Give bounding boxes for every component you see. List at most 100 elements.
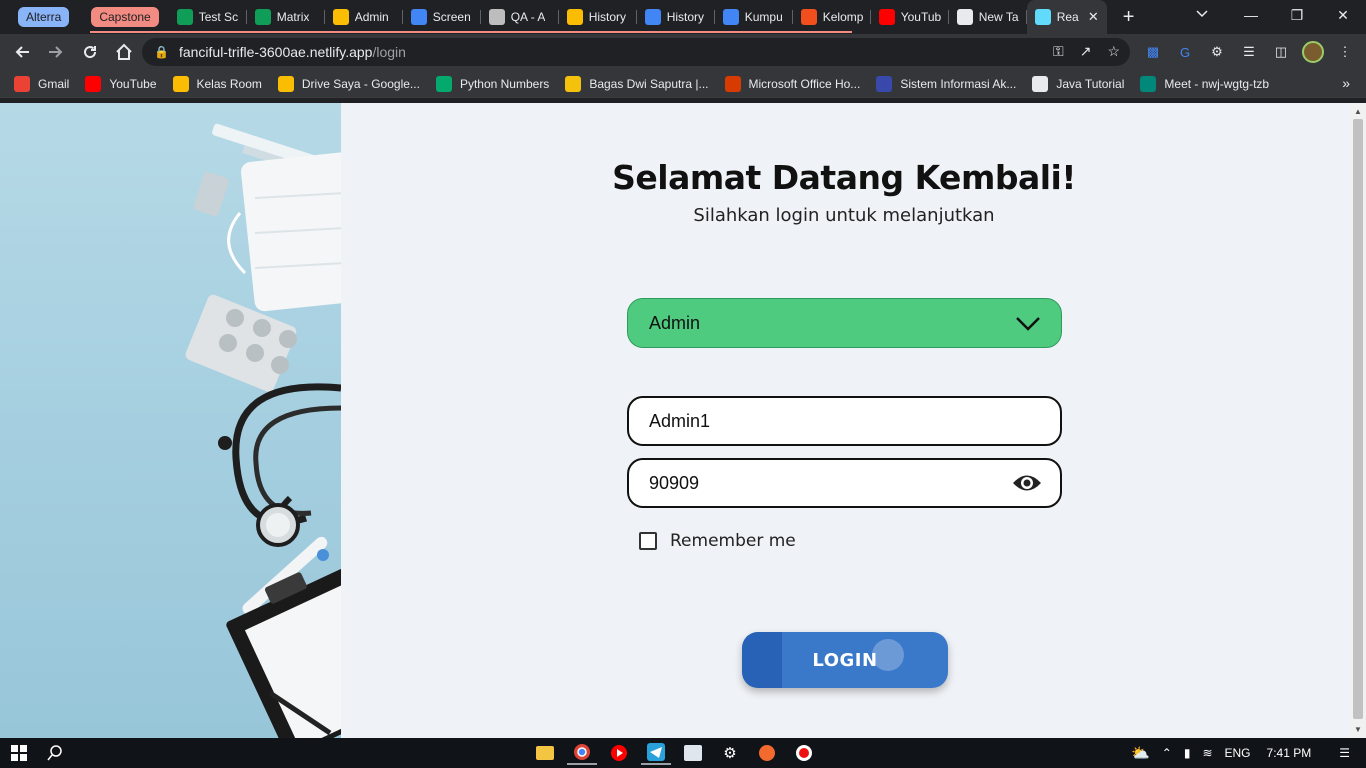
bookmark-item[interactable]: Drive Saya - Google... [277, 75, 420, 92]
forward-icon[interactable] [40, 36, 72, 68]
bookmark-item[interactable]: Microsoft Office Ho... [724, 75, 861, 92]
tab-label: YouTub [900, 10, 941, 24]
home-icon[interactable] [108, 36, 140, 68]
office-icon [724, 75, 741, 92]
tab-group-alterra[interactable]: Alterra [18, 7, 70, 27]
windows-taskbar: ⚙ ⛅ ⌃ ▮ ≋ ENG 7:41 PM ☰ [0, 738, 1366, 768]
browser-tab[interactable]: Admin [325, 0, 403, 34]
browser-tab[interactable]: History [559, 0, 637, 34]
key-icon[interactable]: ⚿ [1053, 43, 1064, 60]
scroll-up-icon[interactable]: ▲ [1354, 107, 1362, 116]
youtube-music-icon[interactable] [604, 741, 634, 765]
bookmark-label: Kelas Room [196, 76, 262, 91]
side-panel-icon[interactable]: ◫ [1270, 41, 1292, 63]
bookmark-label: Meet - nwj-wgtg-tzb [1164, 76, 1270, 91]
bookmark-item[interactable]: Python Numbers [435, 75, 549, 92]
translate-icon[interactable]: G [1174, 41, 1196, 63]
bookmarks-overflow-icon[interactable]: » [1342, 75, 1350, 91]
address-bar[interactable]: 🔒 fanciful-trifle-3600ae.netlify.app/log… [142, 38, 1130, 66]
password-input[interactable]: 90909 [627, 458, 1062, 508]
tab-label: New Ta [978, 10, 1019, 24]
extension-icon[interactable]: ▩ [1142, 41, 1164, 63]
close-tab-icon[interactable]: ✕ [1088, 9, 1099, 25]
tab-label: Matrix [276, 10, 310, 24]
tab-group-capstone[interactable]: Capstone [91, 7, 159, 27]
browser-tab[interactable]: Kelomp [793, 0, 871, 34]
clock[interactable]: 7:41 PM [1267, 746, 1312, 760]
settings-icon[interactable]: ⚙ [715, 741, 745, 765]
share-icon[interactable]: ↗ [1080, 43, 1092, 60]
language-indicator[interactable]: ENG [1225, 746, 1251, 760]
bookmark-label: Drive Saya - Google... [301, 76, 420, 91]
record-icon[interactable] [789, 741, 819, 765]
browser-toolbar: 🔒 fanciful-trifle-3600ae.netlify.app/log… [0, 34, 1366, 70]
browser-tab[interactable]: New Ta [949, 0, 1027, 34]
bookmark-item[interactable]: YouTube [85, 75, 157, 92]
bookmark-label: Microsoft Office Ho... [748, 76, 861, 91]
tab-label: Kumpu [744, 10, 783, 24]
login-button[interactable]: LOGIN [742, 632, 948, 688]
bookmark-item[interactable]: Meet - nwj-wgtg-tzb [1140, 75, 1270, 92]
docs-icon [644, 9, 661, 25]
page-subtitle: Silahkan login untuk melanjutkan [693, 205, 995, 226]
search-icon[interactable] [40, 741, 70, 765]
browser-tab[interactable]: Test Sc [169, 0, 247, 34]
puzzle-icon[interactable]: ⚙ [1206, 41, 1228, 63]
bookmark-star-icon[interactable]: ☆ [1107, 43, 1120, 60]
remember-me-checkbox[interactable] [639, 532, 657, 550]
browser-tab[interactable]: Screen [403, 0, 481, 34]
close-window-icon[interactable]: ✕ [1320, 0, 1366, 30]
java-icon [1032, 75, 1049, 92]
restore-icon[interactable]: ❐ [1274, 0, 1320, 30]
windows-start-icon[interactable] [4, 741, 34, 765]
bookmark-item[interactable]: Kelas Room [172, 75, 262, 92]
bookmark-item[interactable]: Sistem Informasi Ak... [876, 75, 1016, 92]
new-tab-button[interactable]: + [1123, 6, 1135, 29]
gmail-icon [14, 75, 30, 92]
browser-tab[interactable]: QA - A [481, 0, 559, 34]
browser-tab[interactable]: YouTub [871, 0, 949, 34]
tab-search-icon[interactable] [1196, 6, 1208, 21]
bookmark-item[interactable]: Java Tutorial [1032, 75, 1124, 92]
file-explorer-icon[interactable] [530, 741, 560, 765]
tab-label: Screen [432, 10, 471, 24]
chevron-up-icon[interactable]: ⌃ [1162, 746, 1172, 760]
browser-tab[interactable]: Kumpu [715, 0, 793, 34]
bookmark-item[interactable]: Gmail [14, 75, 69, 92]
browser-tab[interactable]: Matrix [247, 0, 325, 34]
tab-label: Test Sc [198, 10, 239, 24]
scroll-down-icon[interactable]: ▼ [1354, 725, 1362, 734]
eye-icon[interactable] [1012, 472, 1042, 499]
weather-icon[interactable]: ⛅ [1131, 744, 1150, 762]
remember-me[interactable]: Remember me [639, 531, 796, 551]
notifications-icon[interactable]: ☰ [1339, 746, 1350, 760]
menu-icon[interactable]: ⋮ [1334, 41, 1356, 63]
tab-label: QA - A [510, 10, 546, 24]
youtube-icon [85, 75, 102, 92]
react-icon [1034, 9, 1051, 25]
telegram-icon[interactable] [641, 741, 671, 765]
back-icon[interactable] [6, 36, 38, 68]
tab-group-underline [90, 31, 852, 33]
bookmark-item[interactable]: Bagas Dwi Saputra |... [565, 75, 709, 92]
browser-tab[interactable]: History [637, 0, 715, 34]
battery-icon[interactable]: ▮ [1184, 746, 1191, 760]
university-icon [876, 75, 893, 92]
chrome-icon [956, 9, 973, 25]
remember-me-label: Remember me [670, 531, 796, 551]
role-select[interactable]: Admin [627, 298, 1062, 348]
browser-tab[interactable]: Rea ✕ [1026, 0, 1107, 34]
wifi-icon[interactable]: ≋ [1202, 746, 1212, 760]
photos-icon[interactable] [678, 741, 708, 765]
minimize-icon[interactable]: — [1228, 0, 1274, 30]
chevron-down-icon [1015, 312, 1041, 339]
username-input[interactable]: Admin1 [627, 396, 1062, 446]
chrome-icon[interactable] [567, 741, 597, 765]
profile-avatar[interactable] [1302, 41, 1324, 63]
scrollbar-thumb[interactable] [1353, 119, 1363, 719]
pen-app-icon[interactable] [752, 741, 782, 765]
lock-icon[interactable]: 🔒 [154, 45, 169, 59]
media-icon[interactable]: ☰ [1238, 41, 1260, 63]
reload-icon[interactable] [74, 36, 106, 68]
page-scrollbar[interactable]: ▲ ▼ [1350, 103, 1366, 738]
